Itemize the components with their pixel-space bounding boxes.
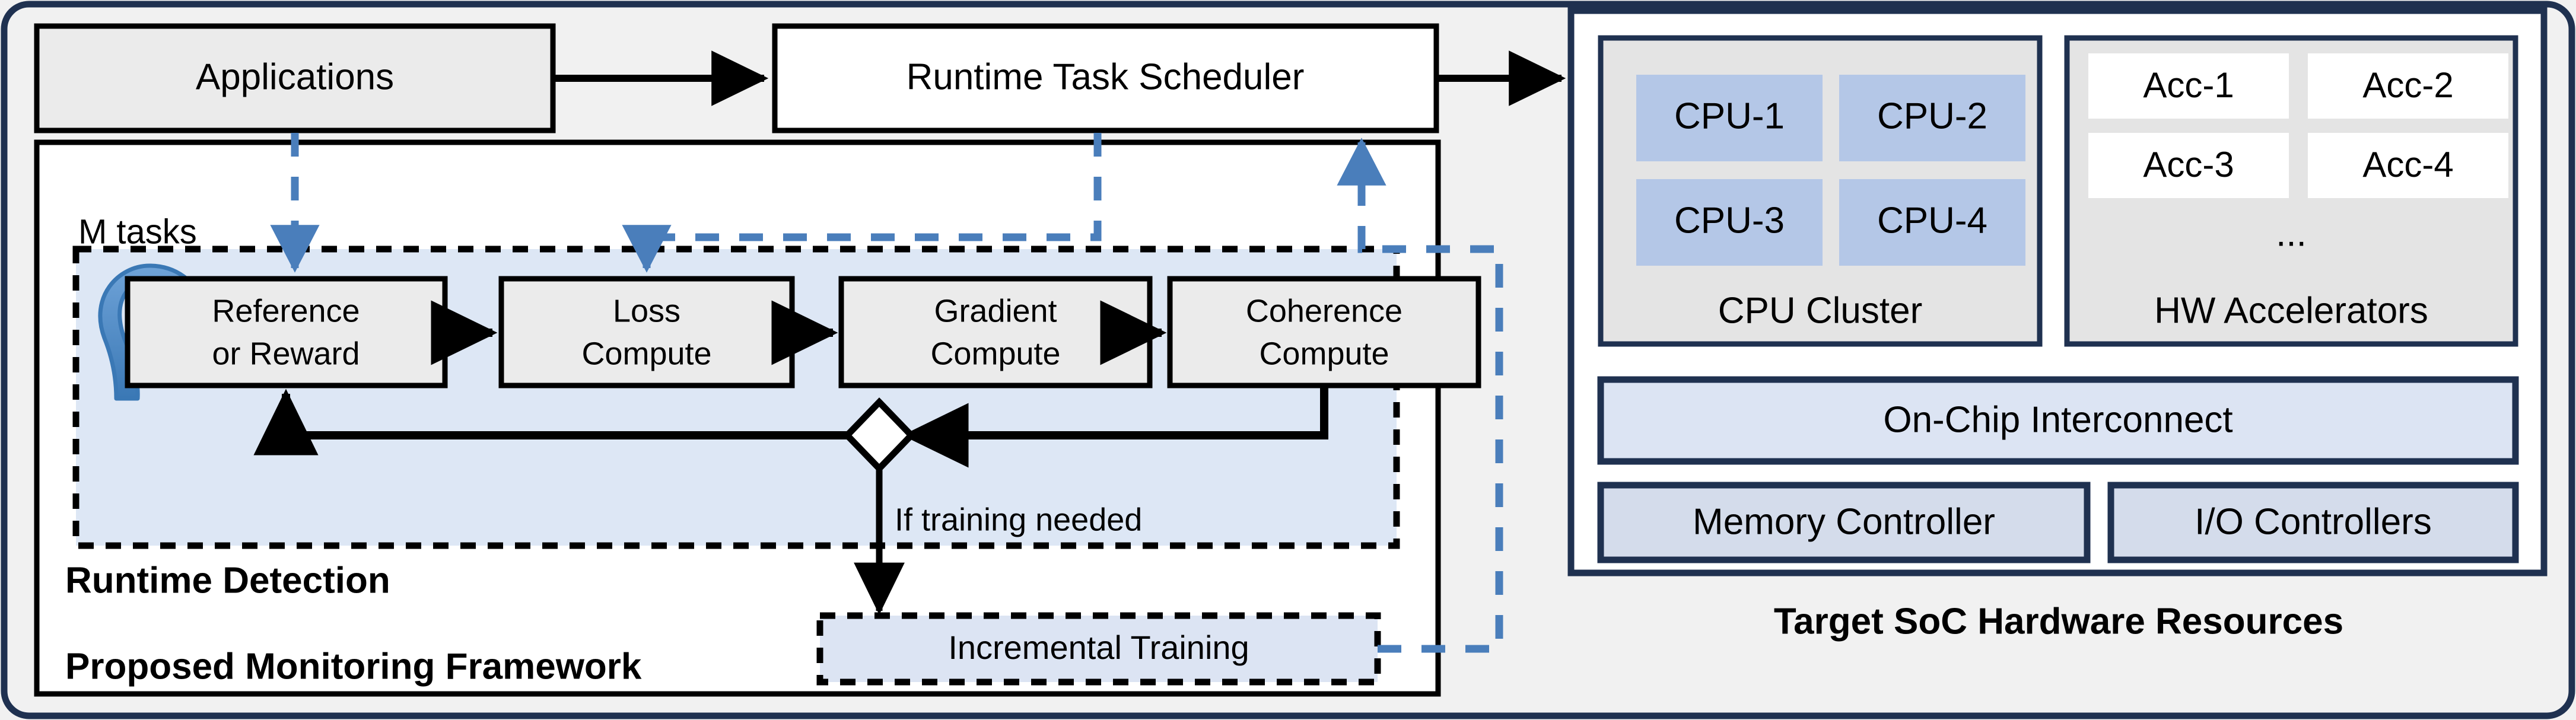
if-training-needed-label: If training needed bbox=[895, 502, 1142, 537]
m-tasks-label: M tasks bbox=[78, 212, 197, 251]
runtime-detection-caption: Runtime Detection bbox=[65, 560, 390, 601]
applications-label: Applications bbox=[196, 56, 394, 97]
accelerator-box-3[interactable]: Acc-3 bbox=[2088, 133, 2289, 198]
cpu-box-4[interactable]: CPU-4 bbox=[1839, 179, 2025, 266]
io-controllers[interactable]: I/O Controllers bbox=[2107, 482, 2519, 563]
applications-box[interactable]: Applications bbox=[34, 23, 556, 133]
scheduler-box[interactable]: Runtime Task Scheduler bbox=[772, 23, 1439, 133]
pipeline-label-line2: Compute bbox=[1259, 336, 1389, 371]
io-controllers-label: I/O Controllers bbox=[2195, 501, 2432, 542]
pipeline-label-line2: Compute bbox=[581, 336, 711, 371]
soc-caption: Target SoC Hardware Resources bbox=[1774, 601, 2343, 642]
cpu-label: CPU-3 bbox=[1674, 200, 1785, 241]
interconnect-label: On-Chip Interconnect bbox=[1883, 399, 2232, 440]
accelerator-box-1[interactable]: Acc-1 bbox=[2088, 53, 2289, 119]
cpu-box-1[interactable]: CPU-1 bbox=[1636, 75, 1823, 161]
accelerator-label: Acc-4 bbox=[2362, 145, 2453, 184]
accelerator-label: Acc-1 bbox=[2143, 65, 2234, 105]
proposed-framework-caption: Proposed Monitoring Framework bbox=[65, 646, 642, 687]
cpu-label: CPU-4 bbox=[1877, 200, 1987, 241]
incremental-training-label: Incremental Training bbox=[948, 629, 1249, 666]
pipeline-label-line1: Coherence bbox=[1246, 293, 1403, 329]
accelerator-label: Acc-3 bbox=[2143, 145, 2234, 184]
pipeline-label-line2: Compute bbox=[930, 336, 1060, 371]
accelerators-ellipsis: ... bbox=[2276, 213, 2307, 254]
hw-accelerators: Acc-1 Acc-2 Acc-3 Acc-4 ... HW Accelerat… bbox=[2064, 35, 2518, 347]
accelerator-label: Acc-2 bbox=[2362, 65, 2453, 105]
cpu-box-2[interactable]: CPU-2 bbox=[1839, 75, 2025, 161]
scheduler-label: Runtime Task Scheduler bbox=[907, 56, 1305, 97]
accelerator-box-4[interactable]: Acc-4 bbox=[2308, 133, 2508, 198]
pipeline-label-line2: or Reward bbox=[212, 336, 360, 371]
cpu-label: CPU-1 bbox=[1674, 95, 1785, 136]
hw-accelerators-label: HW Accelerators bbox=[2154, 290, 2428, 331]
cpu-cluster: CPU-1 CPU-2 CPU-3 CPU-4 CPU Cluster bbox=[1598, 35, 2043, 347]
pipeline-box-loss[interactable]: Loss Compute bbox=[498, 276, 795, 388]
cpu-cluster-label: CPU Cluster bbox=[1718, 290, 1923, 331]
memory-controller-label: Memory Controller bbox=[1693, 501, 1995, 542]
incremental-training-box[interactable]: Incremental Training bbox=[816, 612, 1381, 686]
memory-controller[interactable]: Memory Controller bbox=[1597, 482, 2091, 563]
pipeline-box-gradient[interactable]: Gradient Compute bbox=[838, 276, 1153, 388]
architecture-diagram: Applications Runtime Task Scheduler M ta… bbox=[0, 0, 2576, 720]
cpu-label: CPU-2 bbox=[1877, 95, 1987, 136]
pipeline-box-coherence[interactable]: Coherence Compute bbox=[1167, 276, 1481, 388]
on-chip-interconnect[interactable]: On-Chip Interconnect bbox=[1597, 376, 2519, 465]
cpu-box-3[interactable]: CPU-3 bbox=[1636, 179, 1823, 266]
accelerator-box-2[interactable]: Acc-2 bbox=[2308, 53, 2508, 119]
pipeline-box-reference[interactable]: Reference or Reward bbox=[125, 276, 448, 388]
pipeline-label-line1: Loss bbox=[613, 293, 680, 329]
pipeline-label-line1: Gradient bbox=[934, 293, 1057, 329]
pipeline-label-line1: Reference bbox=[212, 293, 360, 329]
